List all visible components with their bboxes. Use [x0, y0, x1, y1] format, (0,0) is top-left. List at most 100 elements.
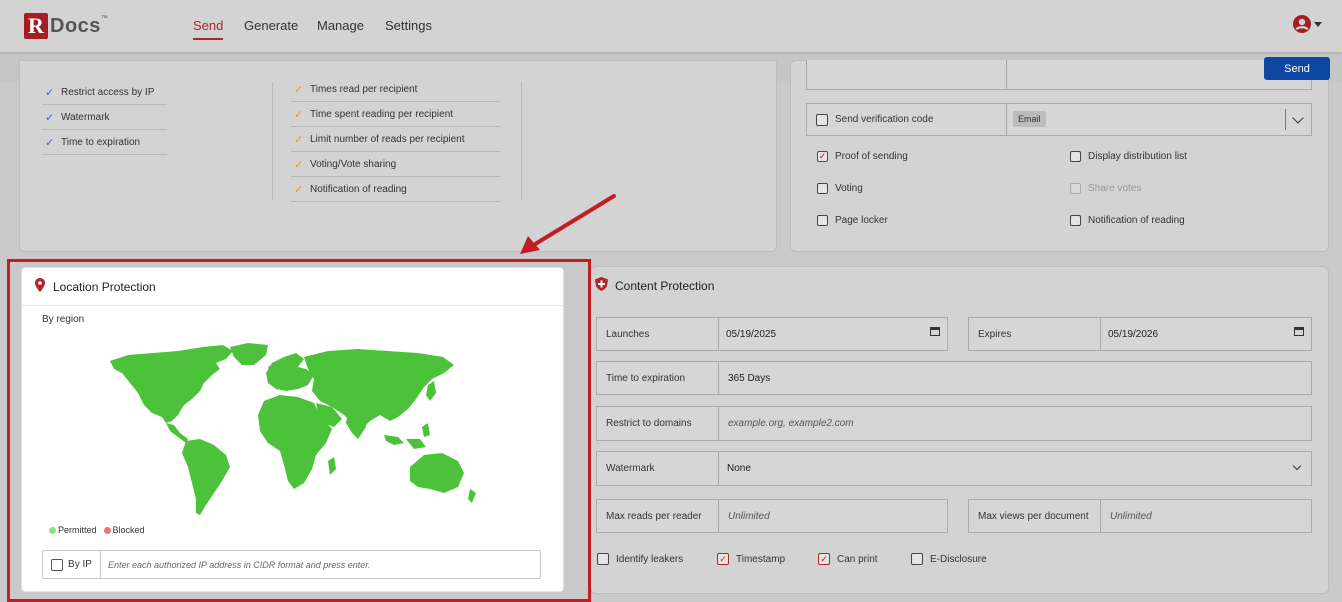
- permitted-regions[interactable]: [110, 343, 476, 515]
- calendar-icon[interactable]: [930, 326, 940, 336]
- proof-of-sending-checkbox[interactable]: ✓: [817, 151, 828, 162]
- max-views-field: Max views per document Unlimited: [968, 499, 1312, 533]
- calendar-icon[interactable]: [1294, 326, 1304, 336]
- feature-label: Time to expiration: [61, 136, 141, 148]
- display-distribution-list-option[interactable]: Display distribution list: [1070, 151, 1187, 162]
- divider: [521, 82, 522, 200]
- display-distribution-list-checkbox[interactable]: [1070, 151, 1081, 162]
- check-icon: ✓: [294, 133, 304, 146]
- by-ip-option[interactable]: By IP: [43, 551, 101, 578]
- restrict-domains-input[interactable]: example.org, example2.com: [728, 407, 854, 440]
- verification-option[interactable]: Send verification code: [816, 104, 933, 135]
- chevron-down-icon[interactable]: [1292, 112, 1304, 124]
- timestamp-option[interactable]: ✓ Timestamp: [717, 553, 785, 565]
- restrict-domains-field: Restrict to domains example.org, example…: [596, 406, 1312, 441]
- launches-label: Launches: [597, 318, 719, 350]
- legend-permitted: Permitted: [58, 525, 97, 535]
- share-votes-option: Share votes: [1070, 183, 1141, 194]
- time-to-expiration-input[interactable]: 365 Days: [728, 362, 770, 394]
- by-region-label: By region: [42, 314, 85, 325]
- share-votes-checkbox: [1070, 183, 1081, 194]
- voting-label: Voting: [835, 183, 863, 194]
- page-locker-option[interactable]: Page locker: [817, 215, 888, 226]
- timestamp-checkbox[interactable]: ✓: [717, 553, 729, 565]
- identify-leakers-checkbox[interactable]: [597, 553, 609, 565]
- nav-generate[interactable]: Generate: [244, 18, 298, 33]
- feature-label: Notification of reading: [310, 183, 407, 195]
- watermark-label: Watermark: [597, 452, 719, 485]
- restrict-domains-label: Restrict to domains: [597, 407, 719, 440]
- can-print-checkbox[interactable]: ✓: [818, 553, 830, 565]
- check-icon: ✓: [45, 111, 55, 124]
- max-reads-input[interactable]: Unlimited: [728, 500, 770, 532]
- launches-input[interactable]: 05/19/2025: [726, 318, 776, 350]
- check-icon: ✓: [45, 136, 55, 149]
- check-icon: ✓: [45, 86, 55, 99]
- feature-item: ✓ Notification of reading: [291, 177, 500, 202]
- chevron-down-icon: [1314, 21, 1322, 27]
- ip-address-input[interactable]: Enter each authorized IP address in CIDR…: [108, 551, 370, 578]
- identify-leakers-label: Identify leakers: [616, 553, 684, 565]
- world-map[interactable]: [108, 343, 478, 518]
- nav-send[interactable]: Send: [193, 18, 224, 40]
- page-locker-checkbox[interactable]: [817, 215, 828, 226]
- user-menu[interactable]: [1292, 14, 1322, 34]
- user-avatar-icon: [1293, 15, 1311, 33]
- watermark-field: Watermark None: [596, 451, 1312, 486]
- check-icon: ✓: [294, 183, 304, 196]
- page-locker-label: Page locker: [835, 215, 888, 226]
- verification-row: Send verification code Email: [806, 103, 1312, 136]
- expires-input[interactable]: 05/19/2026: [1108, 318, 1158, 350]
- divider: [1285, 109, 1286, 130]
- by-ip-label: By IP: [68, 559, 92, 570]
- legend-blocked: Blocked: [112, 525, 145, 535]
- notification-of-reading-label: Notification of reading: [1088, 215, 1185, 226]
- send-button[interactable]: Send: [1264, 57, 1330, 80]
- identify-leakers-option[interactable]: Identify leakers: [597, 553, 683, 565]
- divider: [1006, 104, 1007, 135]
- feature-item: ✓ Voting/Vote sharing: [291, 152, 500, 177]
- e-disclosure-label: E-Disclosure: [930, 553, 987, 565]
- nav-manage[interactable]: Manage: [317, 18, 364, 33]
- e-disclosure-checkbox[interactable]: [911, 553, 923, 565]
- expires-label: Expires: [969, 318, 1101, 350]
- by-ip-checkbox[interactable]: [51, 558, 64, 571]
- e-disclosure-option[interactable]: E-Disclosure: [911, 553, 987, 565]
- timestamp-label: Timestamp: [736, 553, 786, 565]
- time-to-expiration-label: Time to expiration: [597, 362, 719, 394]
- feature-item: ✓ Time spent reading per recipient: [291, 102, 500, 127]
- notification-of-reading-checkbox[interactable]: [1070, 215, 1081, 226]
- content-protection-title: Content Protection: [615, 279, 715, 293]
- feature-item: ✓ Limit number of reads per recipient: [291, 127, 500, 152]
- watermark-select[interactable]: None: [727, 452, 751, 485]
- location-protection-title: Location Protection: [53, 280, 156, 294]
- check-icon: ✓: [294, 158, 304, 171]
- voting-checkbox[interactable]: [817, 183, 828, 194]
- feature-label: Watermark: [61, 111, 110, 123]
- display-distribution-list-label: Display distribution list: [1088, 151, 1187, 162]
- voting-option[interactable]: Voting: [817, 183, 863, 194]
- verification-label: Send verification code: [835, 114, 934, 125]
- verification-checkbox[interactable]: [816, 113, 828, 126]
- divider: [272, 82, 273, 200]
- launches-field: Launches 05/19/2025: [596, 317, 948, 351]
- map-legend: Permitted Blocked: [49, 525, 145, 535]
- rdocs-logo[interactable]: R Docs ™: [24, 12, 108, 40]
- time-to-expiration-field: Time to expiration 365 Days: [596, 361, 1312, 395]
- max-reads-label: Max reads per reader: [597, 500, 719, 532]
- notification-of-reading-option[interactable]: Notification of reading: [1070, 215, 1185, 226]
- permitted-dot-icon: [49, 526, 56, 534]
- max-views-label: Max views per document: [969, 500, 1101, 532]
- verification-method-select[interactable]: Email: [1013, 111, 1046, 127]
- logo-trademark: ™: [100, 15, 108, 22]
- logo-letter: R: [24, 13, 48, 39]
- can-print-label: Can print: [837, 553, 878, 565]
- max-views-input[interactable]: Unlimited: [1110, 500, 1152, 532]
- can-print-option[interactable]: ✓ Can print: [818, 553, 878, 565]
- check-icon: ✓: [294, 83, 304, 96]
- nav-settings[interactable]: Settings: [385, 18, 432, 33]
- feature-item: ✓ Watermark: [42, 105, 167, 130]
- proof-of-sending-option[interactable]: ✓ Proof of sending: [817, 151, 908, 162]
- top-navbar: R Docs ™ Send Generate Manage Settings: [0, 0, 1342, 52]
- chevron-down-icon[interactable]: [1292, 461, 1302, 471]
